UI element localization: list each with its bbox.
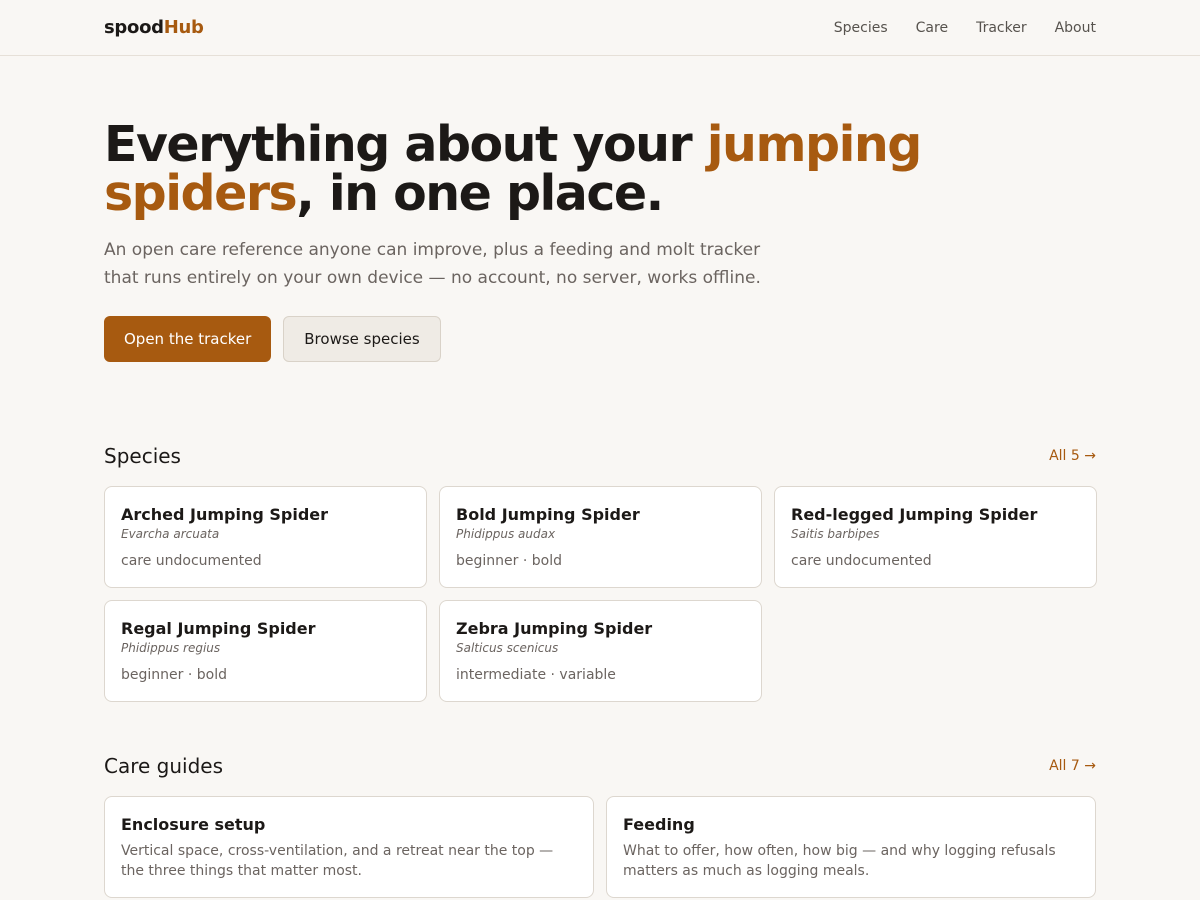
species-scientific-name: Evarcha arcuata bbox=[121, 527, 220, 541]
brand-part-2: Hub bbox=[163, 17, 204, 38]
species-name: Red-legged Jumping Spider bbox=[791, 505, 1038, 524]
nav-about[interactable]: About bbox=[1055, 20, 1096, 36]
open-tracker-button[interactable]: Open the tracker bbox=[104, 316, 272, 362]
species-tags: beginner · bold bbox=[456, 553, 562, 569]
hero-actions: Open the tracker Browse species bbox=[104, 316, 1096, 362]
species-card-bold[interactable]: Bold Jumping Spider Phidippus audax begi… bbox=[439, 486, 762, 588]
species-scientific-name: Phidippus audax bbox=[456, 527, 556, 541]
brand-part-1: spood bbox=[104, 17, 164, 38]
care-header: Care guides All 7 → bbox=[104, 750, 1096, 782]
species-tags: care undocumented bbox=[121, 553, 262, 569]
browse-species-button[interactable]: Browse species bbox=[283, 316, 441, 362]
species-card-zebra[interactable]: Zebra Jumping Spider Salticus scenicus i… bbox=[439, 600, 762, 702]
species-scientific-name: Salticus scenicus bbox=[456, 641, 559, 655]
care-grid: Enclosure setup Vertical space, cross-ve… bbox=[104, 796, 1096, 898]
species-scientific-name: Phidippus regius bbox=[121, 641, 221, 655]
hero: Everything about your jumping spiders, i… bbox=[0, 56, 1200, 362]
species-heading: Species bbox=[104, 444, 181, 468]
species-header: Species All 5 → bbox=[104, 440, 1096, 472]
care-section: Care guides All 7 → Enclosure setup Vert… bbox=[0, 750, 1200, 898]
species-grid: Arched Jumping Spider Evarcha arcuata ca… bbox=[104, 486, 1097, 702]
care-all-link[interactable]: All 7 → bbox=[1049, 758, 1096, 774]
main-nav: Species Care Tracker About bbox=[834, 20, 1096, 36]
species-scientific-name: Saitis barbipes bbox=[791, 527, 880, 541]
nav-care[interactable]: Care bbox=[916, 20, 948, 36]
species-card-regal[interactable]: Regal Jumping Spider Phidippus regius be… bbox=[104, 600, 427, 702]
species-tags: care undocumented bbox=[791, 553, 932, 569]
brand-logo[interactable]: spoodHub bbox=[104, 17, 204, 38]
care-title: Feeding bbox=[623, 815, 695, 834]
top-bar: spoodHub Species Care Tracker About bbox=[0, 0, 1200, 56]
species-name: Regal Jumping Spider bbox=[121, 619, 316, 638]
care-card-feeding[interactable]: Feeding What to offer, how often, how bi… bbox=[606, 796, 1096, 898]
species-name: Bold Jumping Spider bbox=[456, 505, 640, 524]
species-name: Zebra Jumping Spider bbox=[456, 619, 653, 638]
care-heading: Care guides bbox=[104, 754, 224, 778]
species-tags: beginner · bold bbox=[121, 667, 227, 683]
care-card-enclosure[interactable]: Enclosure setup Vertical space, cross-ve… bbox=[104, 796, 594, 898]
species-section: Species All 5 → Arched Jumping Spider Ev… bbox=[0, 440, 1200, 702]
care-description: What to offer, how often, how big — and … bbox=[623, 843, 1056, 879]
care-description: Vertical space, cross-ventilation, and a… bbox=[121, 843, 554, 879]
hero-title: Everything about your jumping spiders, i… bbox=[104, 120, 1104, 218]
species-all-link[interactable]: All 5 → bbox=[1049, 448, 1096, 464]
species-tags: intermediate · variable bbox=[456, 667, 616, 683]
species-name: Arched Jumping Spider bbox=[121, 505, 329, 524]
hero-subtitle: An open care reference anyone can improv… bbox=[104, 240, 761, 288]
nav-species[interactable]: Species bbox=[834, 20, 888, 36]
species-card-arched[interactable]: Arched Jumping Spider Evarcha arcuata ca… bbox=[104, 486, 427, 588]
nav-tracker[interactable]: Tracker bbox=[976, 20, 1027, 36]
species-card-red-legged[interactable]: Red-legged Jumping Spider Saitis barbipe… bbox=[774, 486, 1097, 588]
hero-title-end: , in one place. bbox=[296, 165, 664, 222]
care-title: Enclosure setup bbox=[121, 815, 266, 834]
